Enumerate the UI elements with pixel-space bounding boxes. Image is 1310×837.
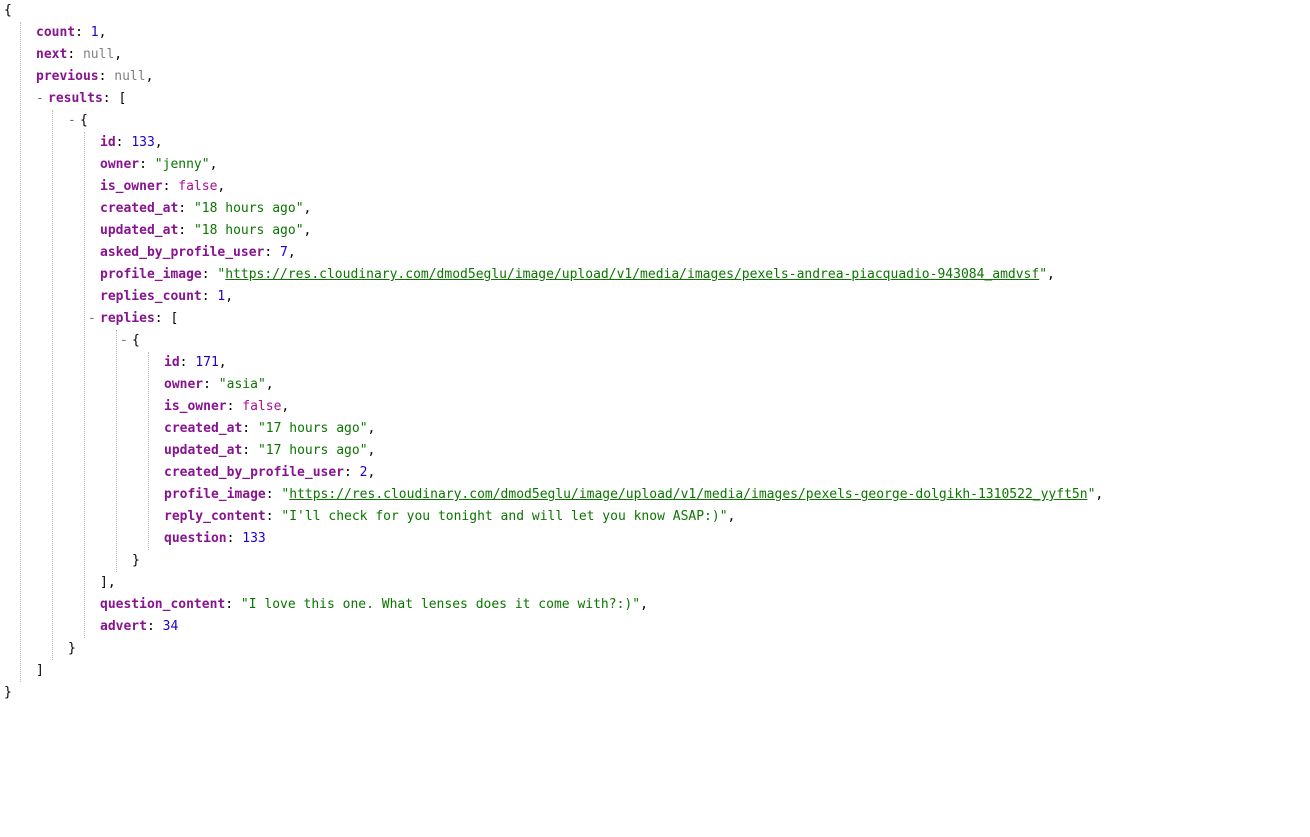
json-close-brace: } (4, 682, 1306, 704)
json-prop-reply-id: id: 171, (4, 352, 1306, 374)
json-prop-reply-question: question: 133 (4, 528, 1306, 550)
json-prop-profile-image: profile_image: "https://res.cloudinary.c… (4, 264, 1306, 286)
collapse-toggle-icon[interactable]: - (36, 88, 48, 110)
json-prop-replies[interactable]: -replies: [ (4, 308, 1306, 330)
json-prop-reply-created-by: created_by_profile_user: 2, (4, 462, 1306, 484)
json-prop-previous: previous: null, (4, 66, 1306, 88)
json-prop-reply-owner: owner: "asia", (4, 374, 1306, 396)
collapse-toggle-icon[interactable]: - (68, 110, 80, 132)
json-array-item-open[interactable]: -{ (4, 110, 1306, 132)
json-prop-reply-profile-image: profile_image: "https://res.cloudinary.c… (4, 484, 1306, 506)
json-prop-reply-updated-at: updated_at: "17 hours ago", (4, 440, 1306, 462)
json-prop-id: id: 133, (4, 132, 1306, 154)
json-array-item-close: } (4, 638, 1306, 660)
json-reply-item-open[interactable]: -{ (4, 330, 1306, 352)
profile-image-link[interactable]: https://res.cloudinary.com/dmod5eglu/ima… (225, 267, 1039, 282)
json-prop-results[interactable]: -results: [ (4, 88, 1306, 110)
json-prop-advert: advert: 34 (4, 616, 1306, 638)
json-prop-next: next: null, (4, 44, 1306, 66)
json-prop-updated-at: updated_at: "18 hours ago", (4, 220, 1306, 242)
json-reply-item-close: } (4, 550, 1306, 572)
json-prop-reply-created-at: created_at: "17 hours ago", (4, 418, 1306, 440)
json-prop-reply-is-owner: is_owner: false, (4, 396, 1306, 418)
json-prop-reply-content: reply_content: "I'll check for you tonig… (4, 506, 1306, 528)
json-results-close: ] (4, 660, 1306, 682)
json-prop-is-owner: is_owner: false, (4, 176, 1306, 198)
json-prop-count: count: 1, (4, 22, 1306, 44)
json-viewer: { count: 1, next: null, previous: null, … (0, 0, 1310, 712)
json-prop-created-at: created_at: "18 hours ago", (4, 198, 1306, 220)
json-prop-question-content: question_content: "I love this one. What… (4, 594, 1306, 616)
json-prop-owner: owner: "jenny", (4, 154, 1306, 176)
reply-profile-image-link[interactable]: https://res.cloudinary.com/dmod5eglu/ima… (289, 487, 1087, 502)
json-open-brace: { (4, 0, 1306, 22)
json-prop-asked-by: asked_by_profile_user: 7, (4, 242, 1306, 264)
collapse-toggle-icon[interactable]: - (88, 308, 100, 330)
json-replies-close: ], (4, 572, 1306, 594)
collapse-toggle-icon[interactable]: - (120, 330, 132, 352)
json-prop-replies-count: replies_count: 1, (4, 286, 1306, 308)
